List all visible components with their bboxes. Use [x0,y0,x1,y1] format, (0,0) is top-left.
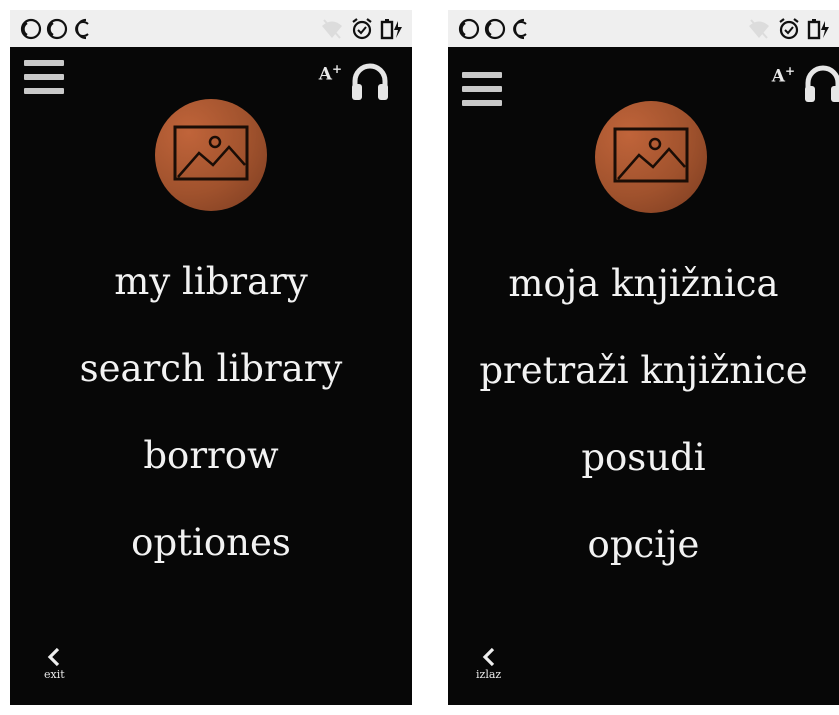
notification-icon [508,16,534,42]
image-placeholder-icon [173,125,249,185]
font-size-increase-button[interactable]: A+ [319,63,342,84]
avatar[interactable] [155,99,267,211]
status-right-icons [747,17,831,41]
avatar[interactable] [595,101,707,213]
menu-item-borrow[interactable]: borrow [10,412,412,499]
status-left-icons [18,16,96,42]
hamburger-menu-button[interactable] [462,72,502,106]
exit-label: exit [44,668,65,681]
menu-item-pretrazi-knjiznice[interactable]: pretraži knjižnice [448,327,839,414]
menu-item-options[interactable]: optiones [10,499,412,586]
font-size-sup: + [784,64,795,78]
phone-screen-english: A+ my library search library borrow opti… [10,10,412,705]
main-menu: my library search library borrow optione… [10,238,412,586]
main-menu: moja knjižnica pretraži knjižnice posudi… [448,240,839,588]
exit-label: izlaz [476,668,502,681]
header-actions: A+ [772,61,839,105]
hamburger-line [24,88,64,94]
menu-item-search-library[interactable]: search library [10,325,412,412]
headphones-icon[interactable] [348,59,392,103]
notification-icon [456,16,482,42]
font-size-label: A [771,66,785,87]
notification-icon [44,16,70,42]
status-bar [10,10,412,47]
menu-item-opcije[interactable]: opcije [448,501,839,588]
hamburger-line [24,74,64,80]
battery-charging-icon [380,17,404,41]
notification-icon [18,16,44,42]
hamburger-icon [24,60,64,66]
exit-button[interactable]: exit [44,646,65,681]
wifi-off-icon [320,18,344,40]
image-placeholder-icon [613,127,689,187]
alarm-icon [777,17,801,41]
status-bar [448,10,839,47]
alarm-icon [350,17,374,41]
battery-charging-icon [807,17,831,41]
hamburger-menu-button[interactable] [24,60,64,94]
exit-button[interactable]: izlaz [476,646,501,681]
status-left-icons [456,16,534,42]
status-right-icons [320,17,404,41]
hamburger-icon [462,72,502,78]
menu-item-my-library[interactable]: my library [10,238,412,325]
notification-icon [70,16,96,42]
chevron-left-icon [46,646,62,668]
menu-item-moja-knjiznica[interactable]: moja knjižnica [448,240,839,327]
font-size-label: A [318,64,332,85]
wifi-off-icon [747,18,771,40]
notification-icon [482,16,508,42]
chevron-left-icon [481,646,497,668]
font-size-increase-button[interactable]: A+ [772,65,795,86]
phone-screen-croatian: A+ moja knjižnica pretraži knjižnice pos… [448,10,839,705]
hamburger-line [462,86,502,92]
header-actions: A+ [319,59,392,103]
headphones-icon[interactable] [801,61,839,105]
menu-item-posudi[interactable]: posudi [448,414,839,501]
font-size-sup: + [331,62,342,76]
hamburger-line [462,100,502,106]
